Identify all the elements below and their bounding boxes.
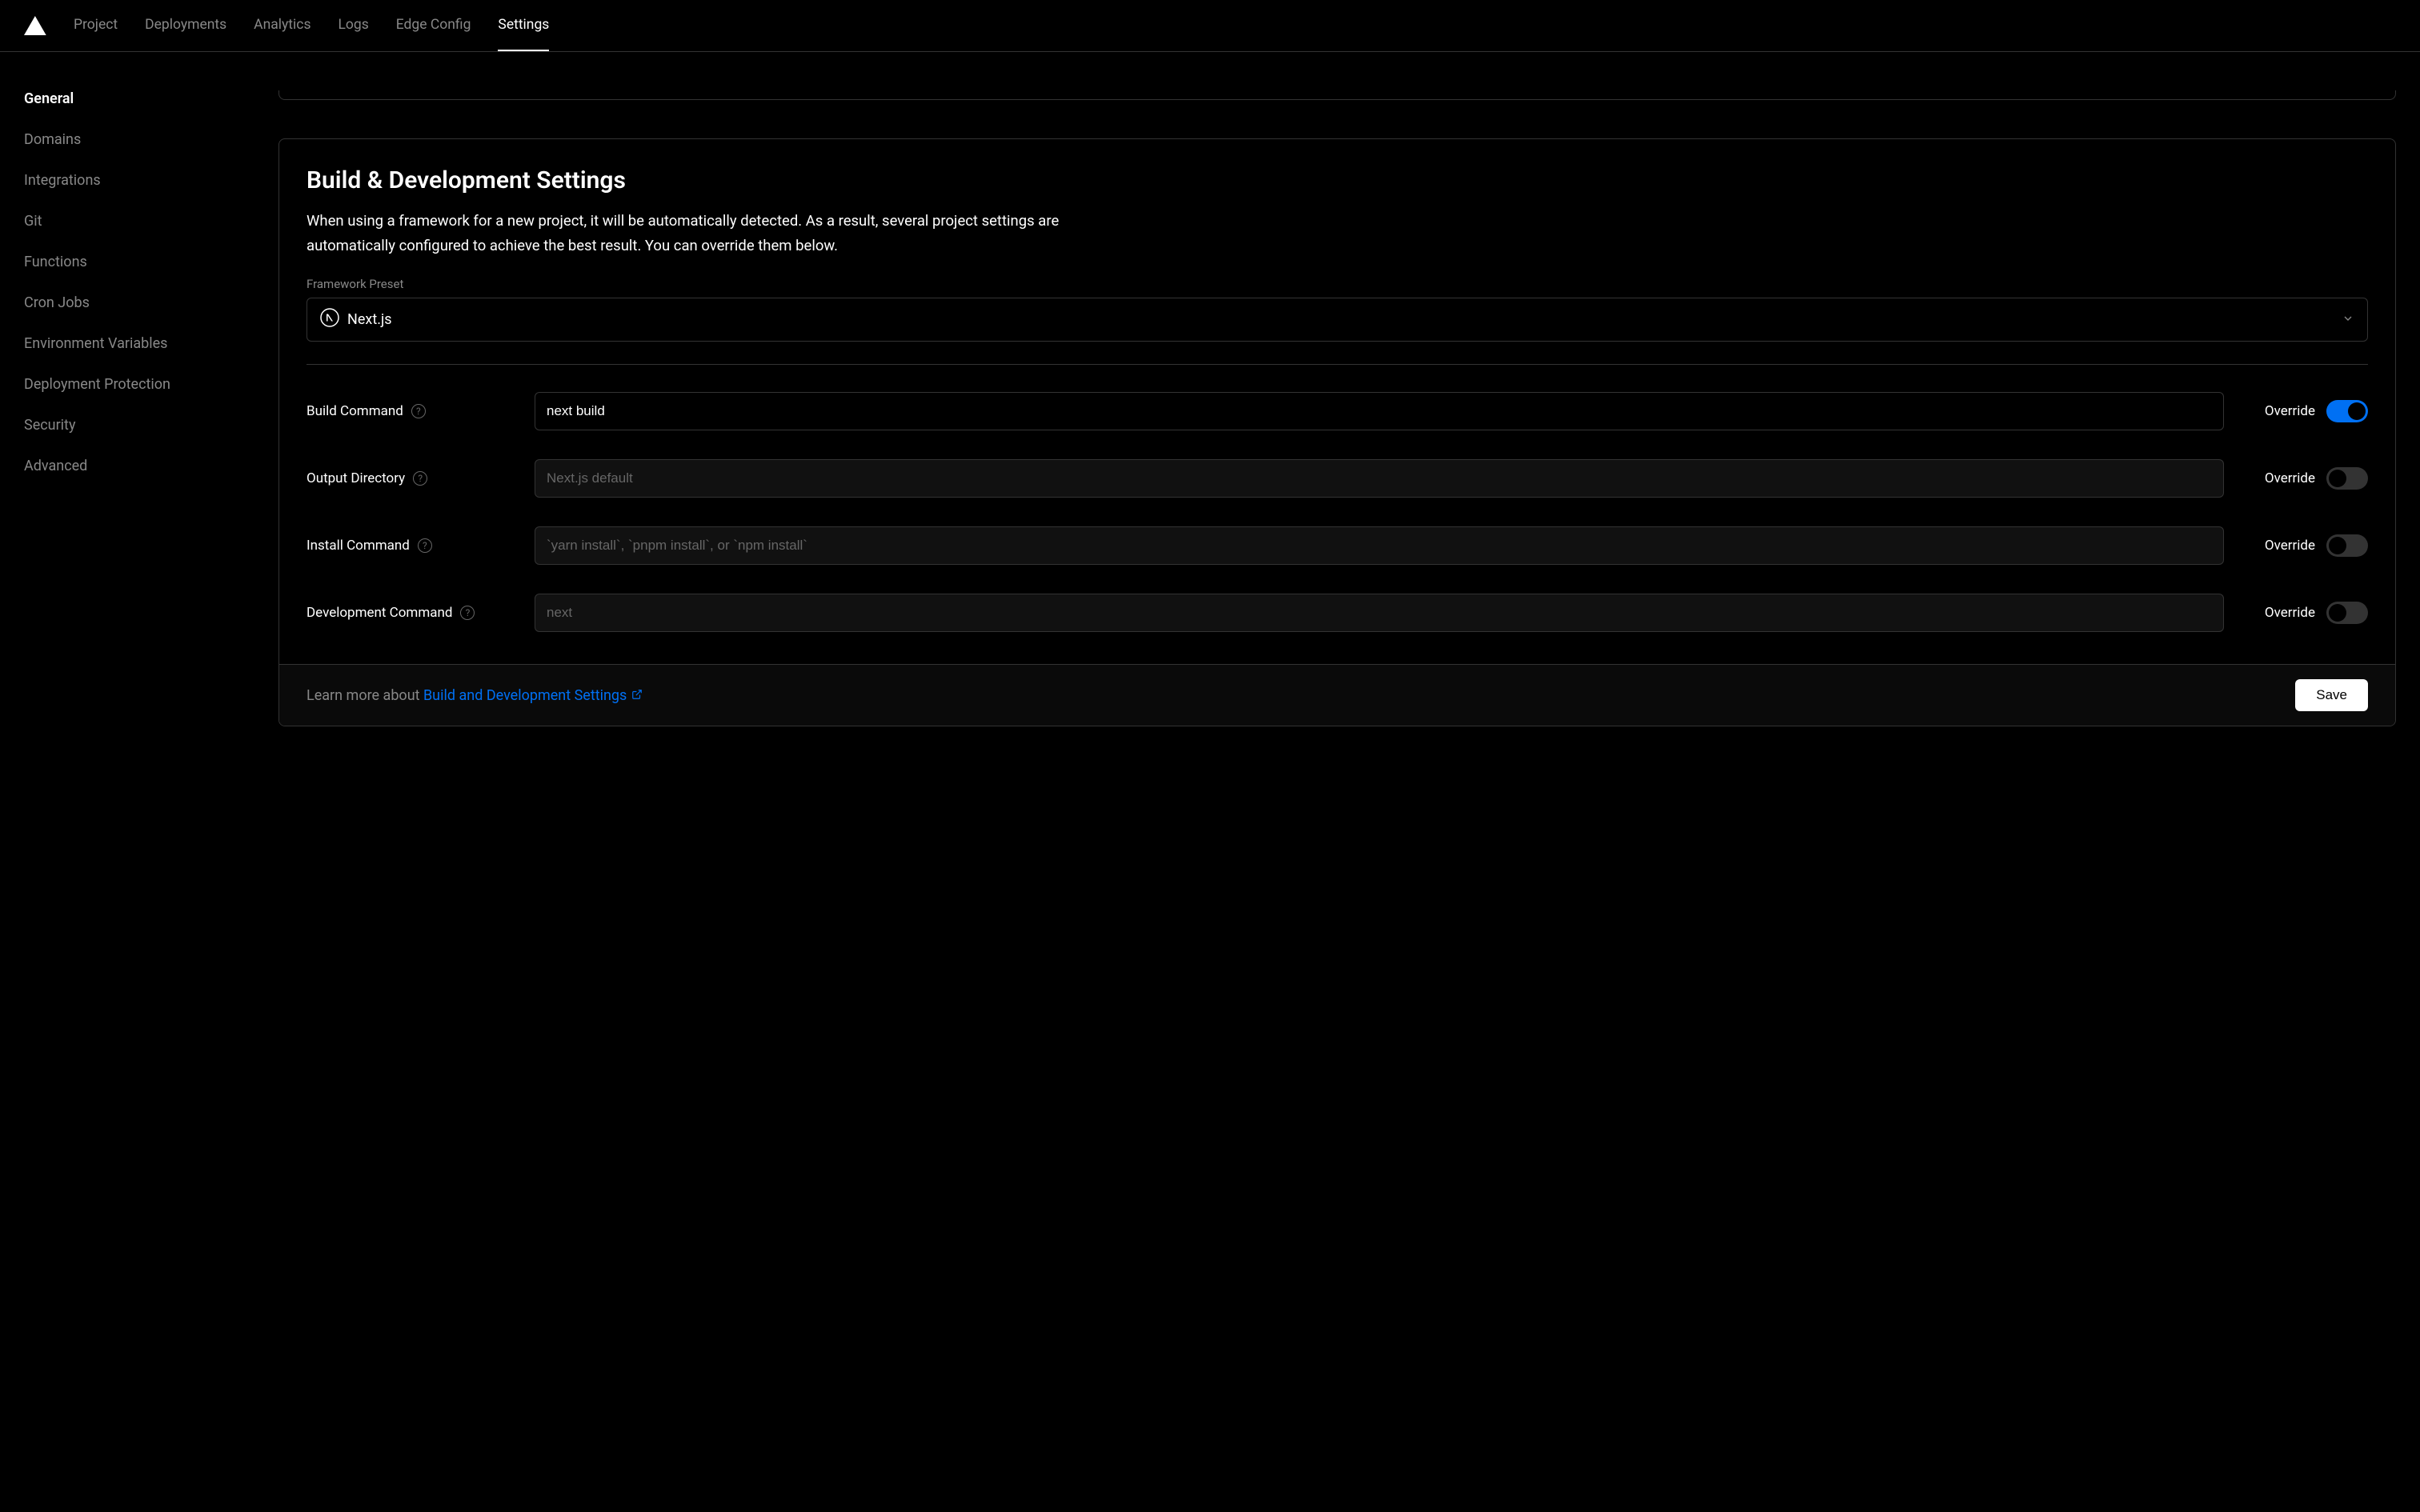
card-description: When using a framework for a new project… xyxy=(307,209,1067,258)
sidebar-item-deployment-protection[interactable]: Deployment Protection xyxy=(24,376,278,393)
help-icon[interactable]: ? xyxy=(413,471,427,486)
sidebar-item-functions[interactable]: Functions xyxy=(24,254,278,270)
framework-preset-value: Next.js xyxy=(347,311,392,328)
tab-project[interactable]: Project xyxy=(74,0,118,51)
divider xyxy=(307,364,2368,365)
sidebar-item-domains[interactable]: Domains xyxy=(24,131,278,148)
build-command-override-toggle[interactable] xyxy=(2326,400,2368,422)
sidebar-item-cron-jobs[interactable]: Cron Jobs xyxy=(24,294,278,311)
nextjs-icon xyxy=(320,308,339,331)
save-button[interactable]: Save xyxy=(2295,679,2368,711)
development-command-input[interactable] xyxy=(535,594,2224,632)
sidebar-item-advanced[interactable]: Advanced xyxy=(24,458,278,474)
card-title: Build & Development Settings xyxy=(307,166,2368,194)
sidebar-item-security[interactable]: Security xyxy=(24,417,278,434)
tab-settings[interactable]: Settings xyxy=(498,0,549,51)
override-label: Override xyxy=(2265,470,2315,486)
development-command-row: Development Command ? Override xyxy=(307,594,2368,632)
tab-deployments[interactable]: Deployments xyxy=(145,0,226,51)
sidebar-item-git[interactable]: Git xyxy=(24,213,278,230)
tab-analytics[interactable]: Analytics xyxy=(254,0,311,51)
framework-preset-label: Framework Preset xyxy=(307,277,2368,291)
output-directory-row: Output Directory ? Override xyxy=(307,459,2368,498)
previous-card-tail xyxy=(278,90,2396,100)
sidebar-item-general[interactable]: General xyxy=(24,90,278,107)
install-command-row: Install Command ? Override xyxy=(307,526,2368,565)
help-icon[interactable]: ? xyxy=(418,538,432,553)
learn-more-link[interactable]: Build and Development Settings xyxy=(423,687,643,704)
install-command-label: Install Command xyxy=(307,538,410,554)
build-command-input[interactable] xyxy=(535,392,2224,430)
framework-preset-select[interactable]: Next.js xyxy=(307,298,2368,342)
vercel-logo-icon[interactable] xyxy=(24,16,46,35)
install-command-override-toggle[interactable] xyxy=(2326,534,2368,557)
install-command-input[interactable] xyxy=(535,526,2224,565)
development-command-override-toggle[interactable] xyxy=(2326,602,2368,624)
build-command-label: Build Command xyxy=(307,403,403,419)
top-nav: Project Deployments Analytics Logs Edge … xyxy=(0,0,2420,52)
output-directory-input[interactable] xyxy=(535,459,2224,498)
chevron-down-icon xyxy=(2342,312,2354,328)
tab-logs[interactable]: Logs xyxy=(338,0,368,51)
external-link-icon xyxy=(631,687,643,704)
sidebar-item-environment-variables[interactable]: Environment Variables xyxy=(24,335,278,352)
help-icon[interactable]: ? xyxy=(411,404,426,418)
build-dev-settings-card: Build & Development Settings When using … xyxy=(278,138,2396,726)
tab-edge-config[interactable]: Edge Config xyxy=(396,0,471,51)
card-footer: Learn more about Build and Development S… xyxy=(279,664,2395,726)
output-directory-override-toggle[interactable] xyxy=(2326,467,2368,490)
learn-more-prefix: Learn more about xyxy=(307,687,423,704)
development-command-label: Development Command xyxy=(307,605,452,621)
override-label: Override xyxy=(2265,403,2315,419)
settings-sidebar: General Domains Integrations Git Functio… xyxy=(24,52,278,726)
output-directory-label: Output Directory xyxy=(307,470,405,486)
help-icon[interactable]: ? xyxy=(460,606,475,620)
override-label: Override xyxy=(2265,605,2315,621)
tab-bar: Project Deployments Analytics Logs Edge … xyxy=(74,0,549,51)
main-content: Build & Development Settings When using … xyxy=(278,52,2396,726)
build-command-row: Build Command ? Override xyxy=(307,392,2368,430)
override-label: Override xyxy=(2265,538,2315,554)
sidebar-item-integrations[interactable]: Integrations xyxy=(24,172,278,189)
